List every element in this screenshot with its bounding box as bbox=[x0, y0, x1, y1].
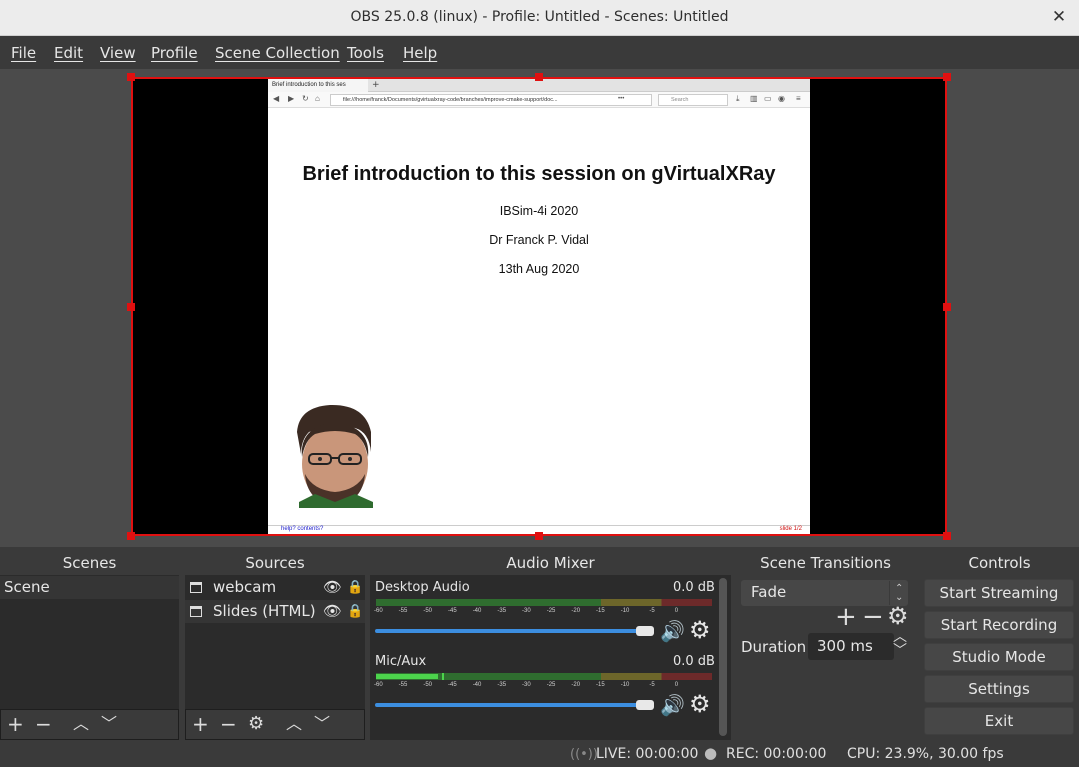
lock-icon[interactable]: 🔒 bbox=[347, 576, 363, 599]
exit-button[interactable]: Exit bbox=[924, 707, 1074, 735]
close-icon[interactable]: ✕ bbox=[1049, 7, 1069, 27]
resize-handle[interactable] bbox=[535, 532, 543, 540]
move-up-icon[interactable]: ︿ bbox=[73, 714, 89, 734]
volume-meter-level bbox=[376, 674, 438, 679]
resize-handle[interactable] bbox=[127, 532, 135, 540]
transitions-dock-title: Scene Transitions bbox=[737, 552, 914, 574]
live-status: LIVE: 00:00:00 bbox=[596, 746, 699, 762]
channel-level: 0.0 dB bbox=[673, 580, 715, 595]
settings-button[interactable]: Settings bbox=[924, 675, 1074, 703]
resize-handle[interactable] bbox=[127, 303, 135, 311]
duration-value: 300 ms bbox=[817, 637, 873, 655]
volume-slider-handle[interactable] bbox=[636, 626, 654, 636]
transition-gear-icon[interactable]: ⚙ bbox=[887, 604, 909, 628]
sources-toolbar bbox=[185, 709, 365, 740]
sources-dock-title: Sources bbox=[185, 552, 365, 574]
start-streaming-button[interactable]: Start Streaming bbox=[924, 579, 1074, 607]
channel-name: Mic/Aux bbox=[375, 654, 427, 669]
remove-source-icon[interactable]: − bbox=[220, 714, 237, 734]
lock-icon[interactable]: 🔒 bbox=[347, 600, 363, 623]
speaker-icon[interactable]: 🔊 bbox=[660, 693, 685, 717]
move-up-icon[interactable]: ︿ bbox=[286, 714, 302, 734]
channel-gear-icon[interactable]: ⚙ bbox=[689, 690, 711, 718]
resize-handle[interactable] bbox=[535, 73, 543, 81]
channel-gear-icon[interactable]: ⚙ bbox=[689, 616, 711, 644]
volume-slider-handle[interactable] bbox=[636, 700, 654, 710]
resize-handle[interactable] bbox=[943, 532, 951, 540]
selection-outline bbox=[131, 77, 947, 536]
scene-item[interactable]: Scene bbox=[0, 576, 179, 599]
menu-profile[interactable]: Profile bbox=[151, 44, 198, 62]
mixer-dock-title: Audio Mixer bbox=[370, 552, 731, 574]
add-source-icon[interactable]: + bbox=[192, 714, 209, 734]
meter-ticks: -60 -55 -50 -45 -40 -35 -30 -25 -20 -15 -10 -5 0 bbox=[374, 682, 679, 688]
add-transition-icon[interactable]: + bbox=[835, 604, 857, 630]
remove-scene-icon[interactable]: − bbox=[35, 714, 52, 734]
menu-tools[interactable]: Tools bbox=[347, 44, 384, 62]
updown-chevron-icon: ⌃ ⌄ bbox=[895, 583, 904, 603]
title-bar: OBS 25.0.8 (linux) - Profile: Untitled -… bbox=[0, 0, 1079, 36]
rec-status: REC: 00:00:00 bbox=[726, 746, 827, 762]
broadcast-icon: ((•)) bbox=[570, 747, 598, 762]
resize-handle[interactable] bbox=[943, 73, 951, 81]
controls-dock-title: Controls bbox=[920, 552, 1079, 574]
menu-bar: File Edit View Profile Scene Collection … bbox=[0, 36, 1079, 69]
cpu-status: CPU: 23.9%, 30.00 fps bbox=[847, 746, 1004, 762]
add-scene-icon[interactable]: + bbox=[7, 714, 24, 734]
menu-help[interactable]: Help bbox=[403, 44, 437, 62]
menu-scene-collection[interactable]: Scene Collection bbox=[215, 44, 340, 62]
duration-input[interactable]: 300 ms bbox=[808, 633, 894, 660]
resize-handle[interactable] bbox=[943, 303, 951, 311]
transition-select-value: Fade bbox=[751, 583, 787, 601]
source-properties-gear-icon[interactable]: ⚙ bbox=[248, 714, 264, 734]
speaker-icon[interactable]: 🔊 bbox=[660, 619, 685, 643]
visibility-eye-icon[interactable]: 👁 bbox=[323, 576, 342, 599]
channel-name: Desktop Audio bbox=[375, 580, 470, 595]
meter-ticks: -60 -55 -50 -45 -40 -35 -30 -25 -20 -15 -10 -5 0 bbox=[374, 608, 679, 614]
spinbox-chevron-icon[interactable]: ︿ ﹀ bbox=[893, 630, 907, 658]
channel-level: 0.0 dB bbox=[673, 654, 715, 669]
visibility-eye-icon[interactable]: 👁 bbox=[323, 600, 342, 623]
scenes-dock-title: Scenes bbox=[0, 552, 179, 574]
source-label: Slides (HTML) bbox=[213, 602, 316, 620]
studio-mode-button[interactable]: Studio Mode bbox=[924, 643, 1074, 671]
window-icon bbox=[190, 582, 202, 593]
mixer-scrollbar[interactable] bbox=[719, 578, 727, 736]
start-recording-button[interactable]: Start Recording bbox=[924, 611, 1074, 639]
menu-edit[interactable]: Edit bbox=[54, 44, 83, 62]
source-item-webcam[interactable]: webcam 👁 🔒 bbox=[185, 576, 365, 599]
record-dot-icon: ● bbox=[704, 744, 718, 762]
volume-meter bbox=[376, 599, 712, 606]
source-label: webcam bbox=[213, 578, 277, 596]
remove-transition-icon[interactable]: − bbox=[862, 604, 884, 630]
volume-slider[interactable] bbox=[375, 629, 645, 633]
source-item-slides[interactable]: Slides (HTML) 👁 🔒 bbox=[185, 600, 365, 623]
menu-file[interactable]: File bbox=[11, 44, 36, 62]
window-icon bbox=[190, 606, 202, 617]
duration-label: Duration bbox=[741, 638, 807, 656]
volume-slider[interactable] bbox=[375, 703, 645, 707]
scenes-toolbar bbox=[0, 709, 179, 740]
resize-handle[interactable] bbox=[127, 73, 135, 81]
move-down-icon[interactable]: ﹀ bbox=[314, 714, 330, 734]
move-down-icon[interactable]: ﹀ bbox=[101, 714, 117, 734]
menu-view[interactable]: View bbox=[100, 44, 136, 62]
window-title: OBS 25.0.8 (linux) - Profile: Untitled -… bbox=[350, 9, 729, 25]
volume-meter-peak bbox=[442, 673, 444, 680]
